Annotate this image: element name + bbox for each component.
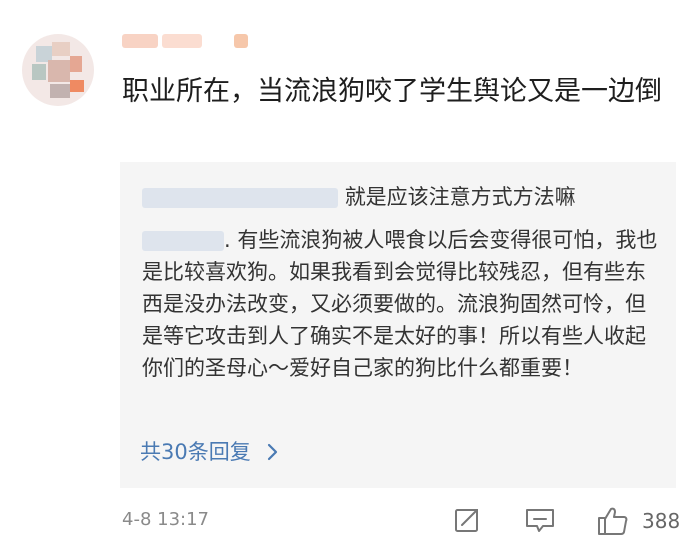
like-count: 388 <box>642 509 681 533</box>
username[interactable] <box>122 30 262 54</box>
comment-icon[interactable] <box>524 505 556 539</box>
avatar[interactable] <box>22 34 94 106</box>
view-all-replies-label: 共30条回复 <box>140 440 251 464</box>
reply-author-mask <box>142 188 338 208</box>
reply-item: . 有些流浪狗被人喂食以后会变得很可怕，我也是比较喜欢狗。如果我看到会觉得比较残… <box>142 224 662 384</box>
reply-author-mask <box>142 231 224 251</box>
thumbs-up-icon[interactable] <box>596 505 630 541</box>
timestamp: 4-8 13:17 <box>122 509 209 530</box>
replies-preview[interactable]: 就是应该注意方式方法嘛 . 有些流浪狗被人喂食以后会变得很可怕，我也是比较喜欢狗… <box>120 162 676 488</box>
view-all-replies-link[interactable]: 共30条回复 <box>140 436 279 466</box>
comment-text: 职业所在，当流浪狗咬了学生舆论又是一边倒 <box>122 76 662 107</box>
share-icon[interactable] <box>452 505 482 539</box>
reply-item: 就是应该注意方式方法嘛 <box>142 182 662 212</box>
reply-text: 就是应该注意方式方法嘛 <box>344 185 576 209</box>
comment-footer: 4-8 13:17 388 <box>122 505 681 541</box>
chevron-right-icon <box>261 440 279 464</box>
